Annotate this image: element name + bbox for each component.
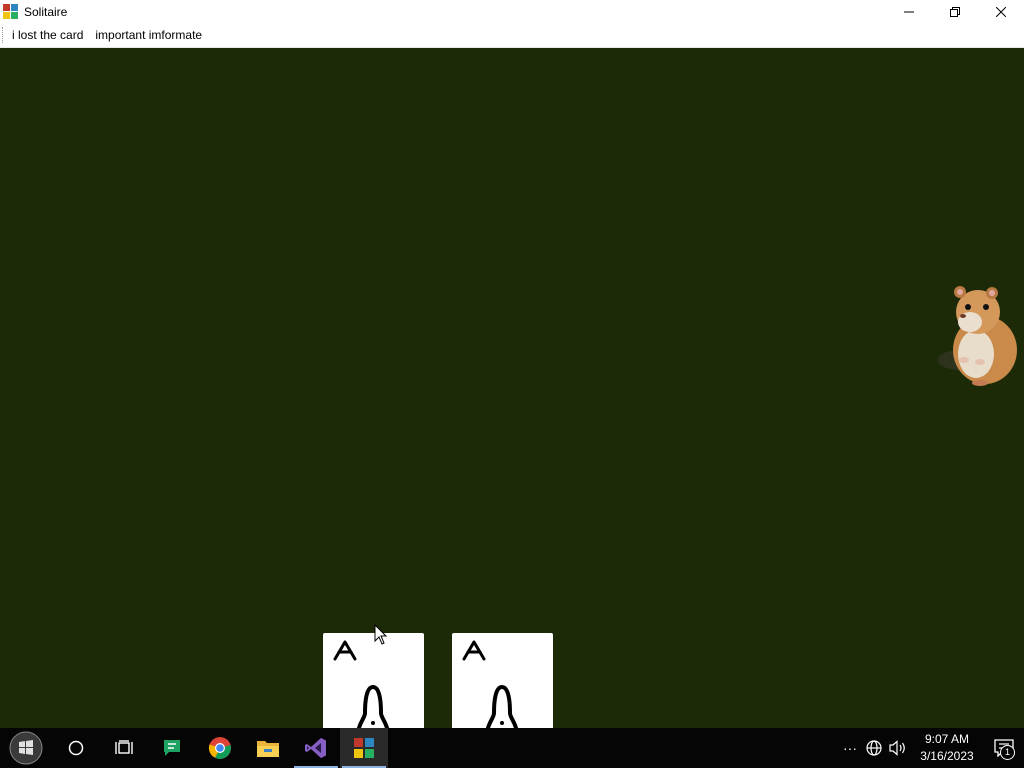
- maximize-button[interactable]: [932, 0, 978, 23]
- file-explorer-icon: [257, 741, 279, 757]
- volume-button[interactable]: [886, 728, 910, 768]
- card-ace-clubs-1[interactable]: [323, 633, 424, 728]
- clock[interactable]: 9:07 AM 3/16/2023: [916, 731, 978, 765]
- solitaire-app-icon: [3, 3, 19, 20]
- menu-item-important-info[interactable]: important imformate: [89, 24, 208, 46]
- start-button[interactable]: [0, 728, 52, 768]
- close-button[interactable]: [978, 0, 1024, 23]
- minimize-button[interactable]: [886, 0, 932, 23]
- restore-icon: [950, 6, 960, 17]
- close-icon: [996, 6, 1006, 17]
- screen: Solitaire i lost the card important imfo…: [0, 0, 1024, 768]
- speaker-icon: [889, 740, 905, 756]
- globe-icon: [866, 740, 882, 756]
- menu-item-lost-card[interactable]: i lost the card: [6, 24, 89, 46]
- taskbar: ··· 9:07 AM 3/16/2023 1: [0, 728, 1024, 768]
- card-rank: [331, 639, 359, 668]
- file-explorer-button[interactable]: [244, 728, 292, 768]
- visual-studio-button[interactable]: [292, 728, 340, 768]
- game-board[interactable]: [0, 48, 1024, 728]
- club-icon: [349, 683, 397, 728]
- title-bar[interactable]: Solitaire: [0, 0, 1024, 23]
- notification-count-badge: 1: [1000, 745, 1015, 760]
- solitaire-taskbar-button[interactable]: [340, 728, 388, 768]
- system-tray: ··· 9:07 AM 3/16/2023 1: [838, 728, 1024, 768]
- search-button[interactable]: [52, 728, 100, 768]
- visual-studio-icon: [305, 738, 326, 758]
- mouse-cursor-icon: [374, 624, 388, 645]
- clock-time: 9:07 AM: [924, 732, 970, 746]
- minimize-icon: [904, 11, 914, 12]
- start-icon: [9, 731, 43, 765]
- card-rank: [460, 639, 488, 668]
- menu-bar: i lost the card important imformate: [0, 23, 1024, 48]
- search-icon: [68, 740, 84, 756]
- window-title: Solitaire: [24, 4, 68, 19]
- task-view-icon: [115, 740, 133, 754]
- solitaire-app-icon: [354, 738, 374, 758]
- messages-icon: [164, 740, 180, 756]
- club-icon: [478, 683, 526, 728]
- clock-date: 3/16/2023: [920, 749, 974, 763]
- chrome-icon: [208, 737, 231, 759]
- task-view-button[interactable]: [100, 728, 148, 768]
- window-controls: [886, 0, 1024, 23]
- tray-overflow-button[interactable]: ···: [838, 728, 862, 768]
- card-ace-clubs-2[interactable]: [452, 633, 553, 728]
- notification-center-button[interactable]: 1: [984, 728, 1024, 768]
- network-button[interactable]: [862, 728, 886, 768]
- messages-app-button[interactable]: [148, 728, 196, 768]
- hamster-image: [938, 286, 1017, 386]
- chrome-button[interactable]: [196, 728, 244, 768]
